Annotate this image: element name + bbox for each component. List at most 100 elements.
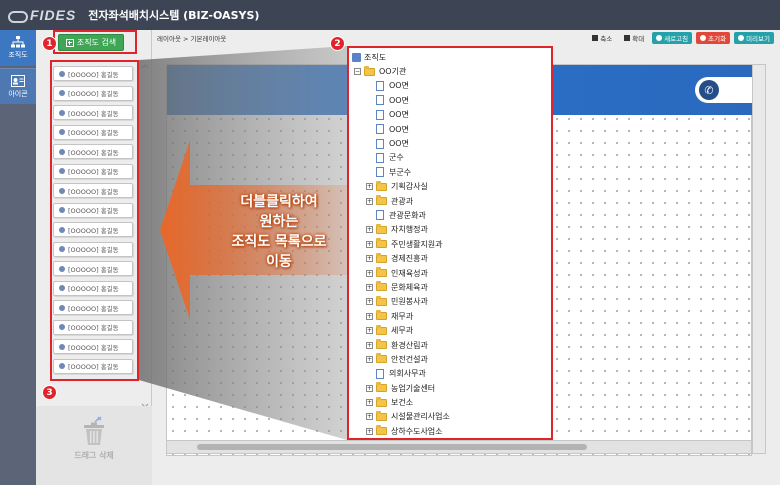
tree-node[interactable]: + 자치행정과	[352, 223, 551, 237]
tree-node[interactable]: + 보건소	[352, 395, 551, 409]
minus-icon	[592, 35, 599, 41]
tree-node-label: 문화체육과	[391, 282, 428, 292]
breadcrumb: 레이아웃 > 기본레이아웃	[157, 35, 227, 43]
expand-icon[interactable]: +	[366, 255, 373, 263]
tree-root[interactable]: 조직도	[352, 50, 551, 64]
tree-node[interactable]: + 관광과	[352, 194, 551, 208]
tree-node[interactable]: 부군수	[352, 165, 551, 179]
badge-3: 3	[42, 385, 57, 400]
expand-icon[interactable]: +	[366, 355, 373, 363]
tree-org-node[interactable]: − OO기관	[352, 64, 551, 78]
expand-icon[interactable]: +	[366, 427, 373, 435]
tree-org-label: OO기관	[379, 67, 407, 77]
canvas-vertical-scrollbar[interactable]	[752, 64, 766, 454]
tree-node[interactable]: OO면	[352, 136, 551, 150]
document-icon	[376, 124, 384, 135]
zoom-in-button[interactable]: 확대	[620, 32, 648, 44]
tree-node-label: 군수	[389, 153, 404, 163]
folder-icon	[376, 324, 387, 335]
expand-icon[interactable]: +	[366, 312, 373, 320]
tree-node[interactable]: 의회사무과	[352, 367, 551, 381]
tree-node[interactable]: OO면	[352, 108, 551, 122]
tree-node-label: 관광과	[391, 196, 414, 206]
tree-node[interactable]: + 환경산림과	[352, 338, 551, 352]
preview-label: 미리보기	[746, 35, 770, 43]
tree-node[interactable]: + 경제진흥과	[352, 251, 551, 265]
document-icon	[376, 167, 384, 178]
folder-icon	[376, 353, 387, 364]
canvas-horizontal-scrollbar[interactable]	[166, 440, 752, 454]
tree-node-label: 농업기술센터	[391, 383, 436, 393]
folder-icon	[376, 310, 387, 321]
zoom-out-button[interactable]: 축소	[588, 32, 616, 44]
preview-button[interactable]: 미리보기	[734, 32, 774, 44]
collapse-icon[interactable]: −	[354, 68, 361, 76]
expand-icon[interactable]: +	[366, 183, 373, 191]
tree-node-label: 부군수	[389, 167, 412, 177]
panel-scrollbar[interactable]	[140, 64, 150, 409]
tree-node[interactable]: + 상하수도사업소	[352, 424, 551, 438]
expand-icon[interactable]: +	[366, 298, 373, 306]
tree-node-label: 자치행정과	[391, 225, 428, 235]
tree-node[interactable]: OO면	[352, 79, 551, 93]
tree-node-label: 시설물관리사업소	[391, 412, 450, 422]
expand-icon[interactable]: +	[366, 197, 373, 205]
folder-icon	[376, 295, 387, 306]
drag-delete-zone[interactable]: 드래그 삭제	[36, 406, 152, 485]
expand-icon[interactable]: +	[366, 283, 373, 291]
tree-node[interactable]: + 기획감사실	[352, 180, 551, 194]
tree-node-label: 재무과	[391, 311, 414, 321]
tree-node[interactable]: + 재무과	[352, 309, 551, 323]
zoom-in-label: 확대	[632, 35, 645, 43]
id-card-icon	[11, 74, 25, 87]
tree-node[interactable]: + 주민생활지원과	[352, 237, 551, 251]
org-tree-panel[interactable]: 조직도 − OO기관 OO면 OO면 OO면 OO면 OO면 군수 부군수 + 기획감사실 + 관광…	[347, 46, 553, 440]
refresh-button[interactable]: 새로고침	[652, 32, 693, 44]
folder-icon	[376, 252, 387, 263]
rail-item-org-chart[interactable]: 조직도	[0, 30, 36, 66]
tree-node[interactable]: 관광문화과	[352, 208, 551, 222]
tree-node[interactable]: + 시설물관리사업소	[352, 410, 551, 424]
instruction-callout: 더블클릭하여 원하는 조직도 목록으로 이동	[204, 192, 354, 272]
refresh-label: 새로고침	[664, 35, 689, 43]
tree-node-label: OO면	[389, 139, 409, 149]
tree-node[interactable]: + 안전건설과	[352, 352, 551, 366]
reset-button[interactable]: 초기화	[696, 32, 731, 44]
trash-icon	[84, 416, 104, 445]
tree-node[interactable]: 군수	[352, 151, 551, 165]
tree-node-label: 세무과	[391, 326, 414, 336]
expand-icon[interactable]: +	[366, 226, 373, 234]
expand-icon[interactable]: +	[366, 413, 373, 421]
folder-icon	[376, 223, 387, 234]
tree-node[interactable]: + 농업기술센터	[352, 381, 551, 395]
tree-node[interactable]: + 문화체육과	[352, 280, 551, 294]
document-icon	[376, 95, 384, 106]
expand-icon[interactable]: +	[366, 269, 373, 277]
document-icon	[376, 109, 384, 120]
horizontal-scroll-thumb[interactable]	[197, 444, 587, 450]
document-icon	[376, 210, 384, 221]
phone-pill: ✆	[695, 77, 753, 103]
folder-icon	[376, 425, 387, 436]
scroll-up-icon[interactable]	[141, 64, 149, 69]
expand-icon[interactable]: +	[366, 327, 373, 335]
folder-open-icon	[364, 65, 375, 76]
badge-2: 2	[330, 36, 345, 51]
tree-node[interactable]: OO면	[352, 93, 551, 107]
rail-item-icons[interactable]: 아이콘	[0, 68, 36, 104]
tree-node[interactable]: OO면	[352, 122, 551, 136]
logo-text: FIDES	[30, 7, 77, 23]
expand-icon[interactable]: +	[366, 399, 373, 407]
left-rail: 조직도 아이콘	[0, 30, 36, 485]
refresh-icon	[656, 35, 663, 41]
tree-node[interactable]: + 인재육성과	[352, 266, 551, 280]
tree-node[interactable]: + 민원봉사과	[352, 295, 551, 309]
tree-node[interactable]: + 세무과	[352, 323, 551, 337]
expand-icon[interactable]: +	[366, 240, 373, 248]
expand-icon[interactable]: +	[366, 384, 373, 392]
tree-node-label: 안전건설과	[391, 354, 428, 364]
tree-node-label: OO면	[389, 95, 409, 105]
callout-line-1: 더블클릭하여	[240, 194, 318, 210]
expand-icon[interactable]: +	[366, 341, 373, 349]
badge-1: 1	[42, 36, 57, 51]
